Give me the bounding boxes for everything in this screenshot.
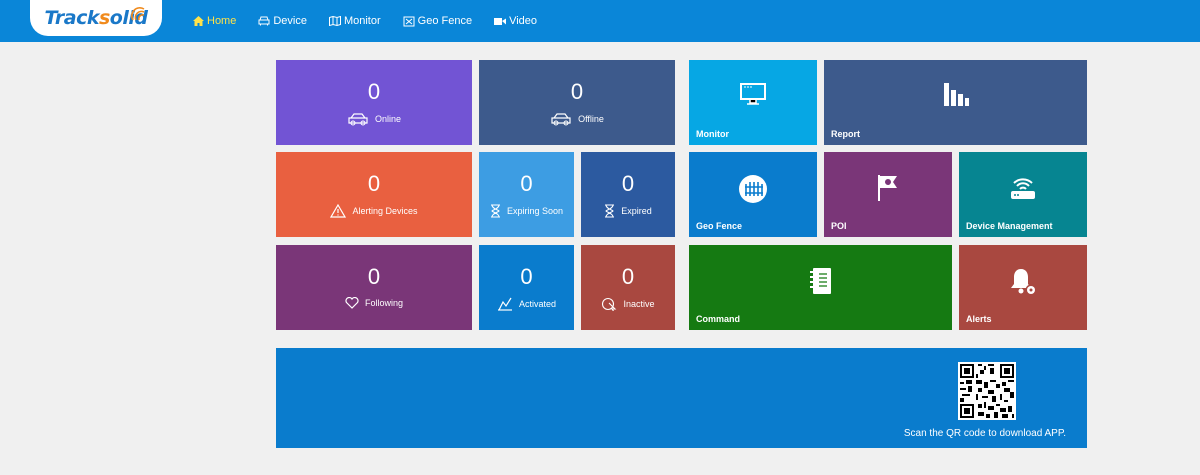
activated-label: Activated (518, 299, 557, 309)
offline-label: Offline (578, 114, 604, 124)
following-label: Following (364, 298, 404, 308)
expiring-soon-tile[interactable]: 0 Expiring Soon (479, 152, 574, 237)
nav-monitor[interactable]: Monitor (328, 15, 381, 27)
nav-device-label: Device (273, 15, 307, 27)
inactive-cursor-icon (602, 297, 617, 311)
report-tile[interactable]: Report (824, 60, 1087, 145)
online-label: Online (374, 114, 401, 124)
car-icon (348, 113, 368, 126)
heart-icon (345, 297, 359, 309)
hourglass-icon (490, 204, 500, 218)
signal-arcs-icon (131, 7, 145, 21)
car-icon (551, 113, 571, 126)
home-icon (193, 16, 204, 26)
geo-fence-tile[interactable]: Geo Fence (689, 152, 817, 237)
fence-icon (739, 175, 767, 203)
geo-fence-icon (403, 16, 415, 26)
geo-fence-label: Geo Fence (696, 221, 743, 231)
nav-video[interactable]: Video (494, 15, 537, 27)
nav-home-label: Home (207, 15, 237, 27)
nav-device[interactable]: Device (258, 15, 307, 27)
offline-tile[interactable]: 0 Offline (479, 60, 675, 145)
device-management-label: Device Management (966, 221, 1053, 231)
poi-label: POI (831, 221, 847, 231)
bell-gear-icon (1011, 269, 1037, 296)
hourglass-icon (605, 204, 615, 218)
expiring-soon-count: 0 (520, 171, 533, 196)
expired-tile[interactable]: 0 Expired (581, 152, 675, 237)
bar-chart-icon (943, 83, 969, 106)
device-management-tile[interactable]: Device Management (959, 152, 1087, 237)
alerts-tile[interactable]: Alerts (959, 245, 1087, 330)
alerting-label: Alerting Devices (352, 206, 418, 216)
online-tile[interactable]: 0 Online (276, 60, 472, 145)
command-label: Command (696, 314, 741, 324)
monitor-icon (740, 83, 766, 105)
nav-monitor-label: Monitor (343, 15, 381, 27)
top-navbar: Tracksolid Home Device Monitor Geo Fence… (0, 0, 1200, 42)
online-count: 0 (367, 79, 381, 104)
following-count: 0 (367, 264, 381, 289)
inactive-tile[interactable]: 0 Inactive (581, 245, 675, 330)
alerting-devices-tile[interactable]: 0 Alerting Devices (276, 152, 472, 237)
nav-video-label: Video (509, 15, 538, 27)
monitor-tile[interactable]: Monitor (689, 60, 817, 145)
nav-geo-fence[interactable]: Geo Fence (403, 15, 472, 27)
warning-icon (330, 204, 347, 218)
nav-geo-fence-label: Geo Fence (417, 15, 473, 27)
qr-code[interactable] (958, 362, 1016, 420)
tracksolid-logo[interactable]: Tracksolid (30, 0, 162, 36)
flag-icon (878, 175, 897, 201)
activated-tile[interactable]: 0 Activated (479, 245, 574, 330)
main-nav: Home Device Monitor Geo Fence Video (193, 0, 559, 42)
report-label: Report (831, 129, 860, 139)
poi-tile[interactable]: POI (824, 152, 952, 237)
nav-home[interactable]: Home (193, 15, 236, 27)
video-camera-icon (494, 17, 507, 25)
expired-label: Expired (621, 206, 652, 216)
expired-count: 0 (621, 171, 635, 196)
car-icon (258, 16, 270, 26)
qr-caption: Scan the QR code to download APP. (903, 428, 1066, 439)
command-tile[interactable]: Command (689, 245, 952, 330)
app-download-banner: Scan the QR code to download APP. (276, 348, 1087, 448)
inactive-count: 0 (621, 264, 635, 289)
alerting-count: 0 (367, 171, 381, 196)
alerts-label: Alerts (966, 314, 992, 324)
offline-count: 0 (570, 79, 584, 104)
router-icon (1011, 178, 1035, 199)
map-icon (328, 16, 341, 26)
activated-count: 0 (520, 264, 533, 289)
activated-icon (497, 297, 512, 311)
monitor-label: Monitor (696, 129, 729, 139)
expiring-soon-label: Expiring Soon (506, 206, 564, 216)
following-tile[interactable]: 0 Following (276, 245, 472, 330)
notebook-icon (809, 268, 831, 294)
inactive-label: Inactive (623, 299, 655, 309)
